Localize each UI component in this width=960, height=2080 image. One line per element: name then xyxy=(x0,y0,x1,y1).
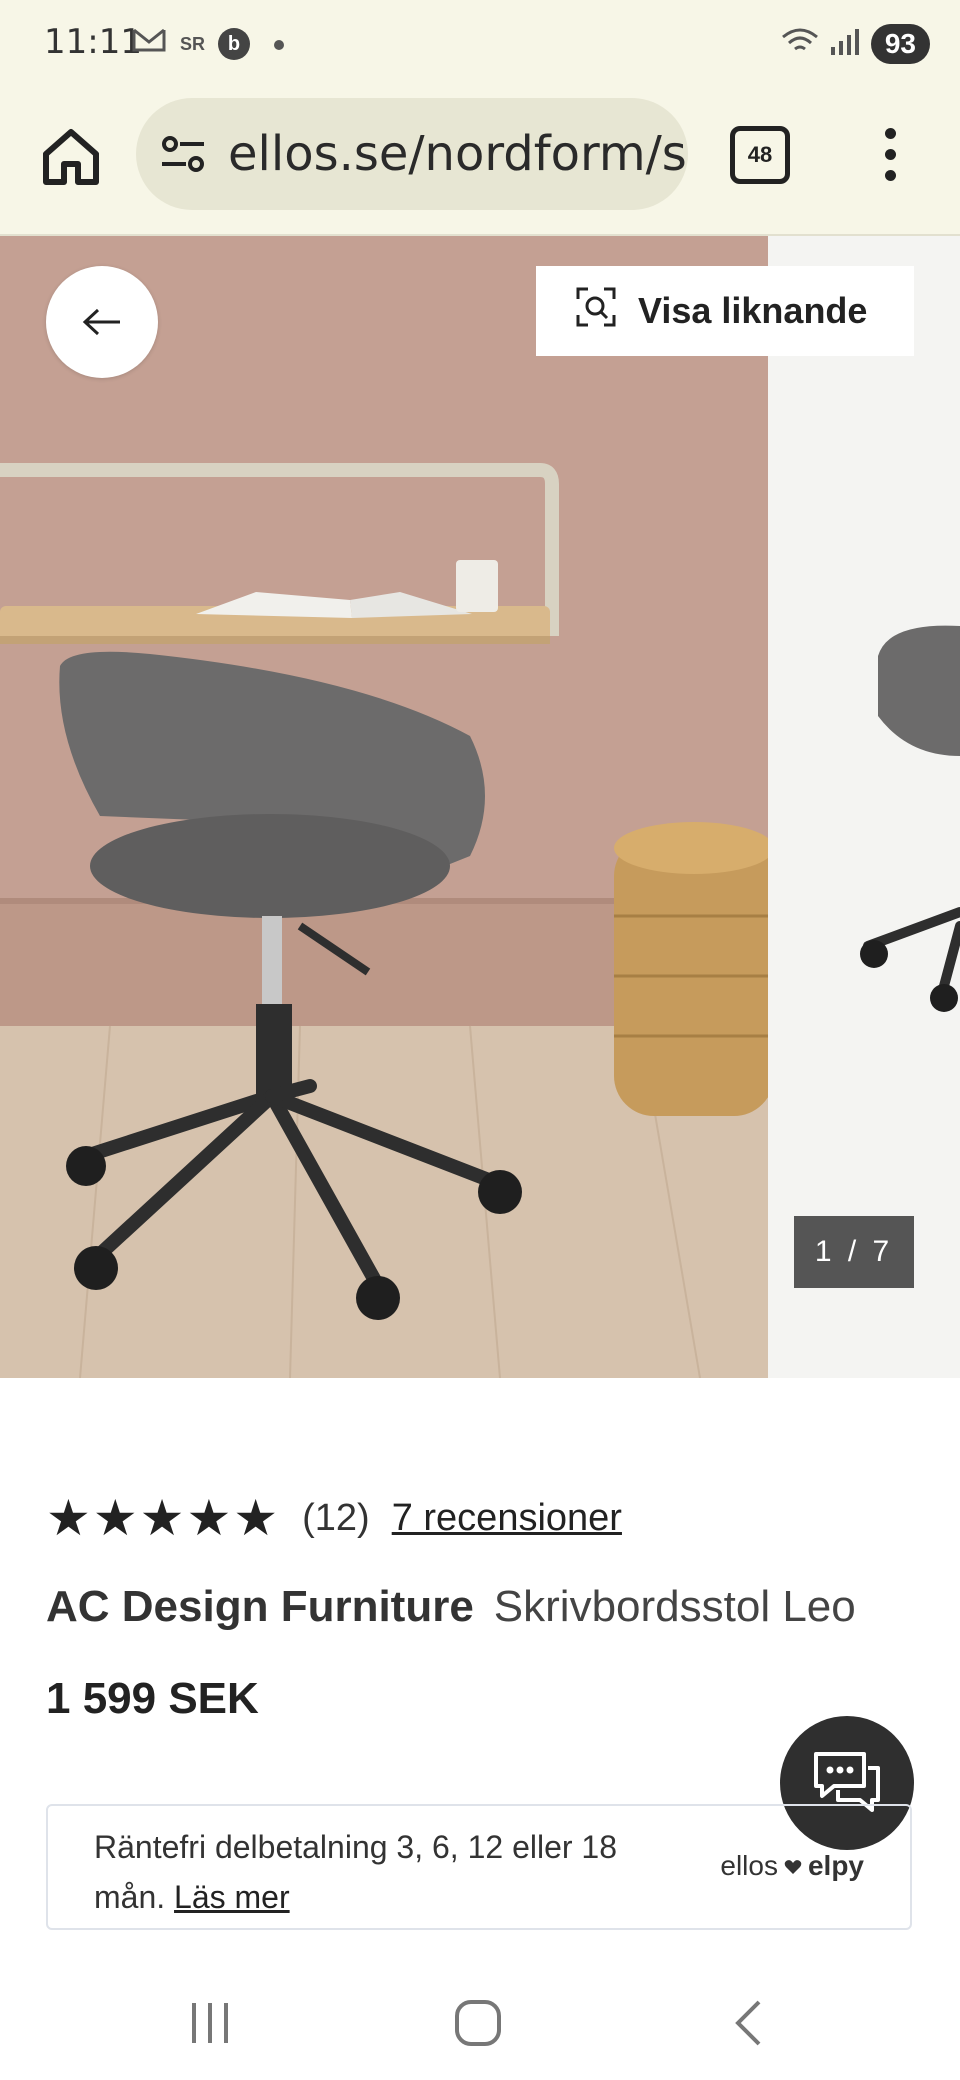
wifi-icon xyxy=(781,27,819,62)
back-button[interactable] xyxy=(46,266,158,378)
url-text: ellos.se/nordform/s xyxy=(228,126,687,182)
browser-toolbar: ellos.se/nordform/s 48 xyxy=(0,92,960,236)
product-title: AC Design Furniture Skrivbordsstol Leo xyxy=(46,1582,856,1632)
logo-ellos: ellos xyxy=(720,1850,778,1881)
product-image xyxy=(0,236,768,1378)
more-menu-icon[interactable] xyxy=(880,128,900,188)
tab-switcher-button[interactable]: 48 xyxy=(730,126,790,184)
product-brand[interactable]: AC Design Furniture xyxy=(46,1582,474,1631)
heart-icon xyxy=(784,1850,802,1882)
image-counter: 1 / 7 xyxy=(794,1216,914,1288)
back-nav-icon[interactable] xyxy=(708,1990,788,2056)
status-bar: 11:11 SR b 93 xyxy=(0,0,960,92)
rating-count: (12) xyxy=(302,1496,370,1539)
logo-elpy: elpy xyxy=(807,1850,864,1881)
product-price: 1 599 SEK xyxy=(46,1674,259,1723)
notification-dot-icon xyxy=(274,40,284,50)
visual-search-icon xyxy=(574,285,618,338)
financing-text: Räntefri delbetalning 3, 6, 12 eller 18 … xyxy=(94,1822,654,1922)
star-rating-icon: ★★★★★ xyxy=(46,1490,281,1546)
notification-badge-icon: b xyxy=(218,28,250,60)
rating-row: ★★★★★ (12) 7 recensioner xyxy=(46,1490,622,1546)
product-name: Skrivbordsstol Leo xyxy=(493,1582,856,1631)
site-settings-icon[interactable] xyxy=(160,134,206,174)
product-image-gallery[interactable]: Visa liknande 1 / 7 xyxy=(0,236,960,1378)
gmail-icon xyxy=(132,26,166,61)
show-similar-button[interactable]: Visa liknande xyxy=(536,266,914,356)
financing-banner[interactable]: Räntefri delbetalning 3, 6, 12 eller 18 … xyxy=(46,1804,912,1930)
ellos-elpy-logo: ellos elpy xyxy=(720,1850,864,1882)
battery-indicator: 93 xyxy=(870,24,930,64)
address-bar[interactable]: ellos.se/nordform/s xyxy=(136,98,688,210)
status-time: 11:11 xyxy=(44,22,142,62)
show-similar-label: Visa liknande xyxy=(638,290,868,331)
home-nav-icon[interactable] xyxy=(438,1990,518,2056)
sr-icon: SR xyxy=(180,34,206,54)
financing-description: Räntefri delbetalning 3, 6, 12 eller 18 … xyxy=(94,1829,618,1915)
signal-icon xyxy=(829,27,861,62)
home-icon[interactable] xyxy=(38,124,104,190)
recent-apps-icon[interactable] xyxy=(170,1990,250,2056)
next-product-image xyxy=(768,236,960,1378)
system-nav-bar xyxy=(0,1968,960,2080)
read-more-link[interactable]: Läs mer xyxy=(174,1879,290,1915)
reviews-link[interactable]: 7 recensioner xyxy=(392,1497,622,1540)
